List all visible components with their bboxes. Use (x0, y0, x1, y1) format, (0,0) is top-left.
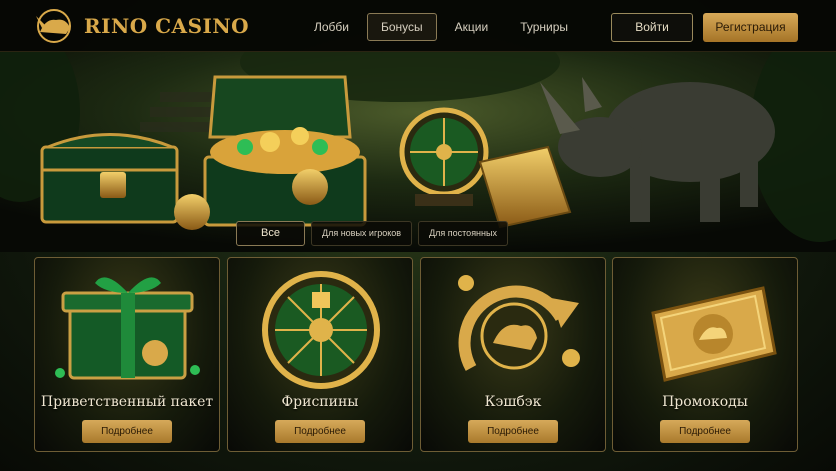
bonus-card-promocodes[interactable]: Промокоды Подробнее (612, 257, 798, 452)
card-details-button[interactable]: Подробнее (82, 420, 172, 443)
card-details-button[interactable]: Подробнее (275, 420, 365, 443)
treasure-chest-icon (40, 133, 179, 224)
register-button[interactable]: Регистрация (703, 13, 798, 42)
brand-logo[interactable]: RINO CASINO (32, 8, 249, 44)
filter-new-players[interactable]: Для новых игроков (310, 221, 413, 246)
brand-name: RINO CASINO (84, 14, 250, 38)
nav-lobby[interactable]: Лобби (300, 13, 363, 41)
card-title: Приветственный пакет (40, 394, 214, 410)
top-header: RINO CASINO Лобби Бонусы Акции Турниры В… (0, 0, 836, 52)
bonus-card-cashback[interactable]: Кэшбэк Подробнее (420, 257, 606, 452)
card-title: Фриспины (281, 394, 359, 410)
card-details-button[interactable]: Подробнее (468, 420, 558, 443)
main-nav: Лобби Бонусы Акции Турниры (300, 13, 586, 41)
bonuses-page: RINO CASINO Лобби Бонусы Акции Турниры В… (0, 0, 836, 471)
card-title: Кэшбэк (484, 394, 542, 410)
nav-tournaments[interactable]: Турниры (506, 13, 582, 41)
nav-promotions[interactable]: Акции (441, 13, 503, 41)
filter-all[interactable]: Все (236, 221, 305, 246)
login-button[interactable]: Войти (611, 13, 693, 42)
filter-regular-players[interactable]: Для постоянных (418, 221, 508, 246)
bonus-card-freespins[interactable]: Фриспины Подробнее (227, 257, 413, 452)
bonus-filter-tabs: Все Для новых игроков Для постоянных (236, 221, 508, 246)
card-title: Промокоды (662, 394, 748, 410)
rhino-logo-icon (36, 9, 71, 43)
nav-bonuses[interactable]: Бонусы (367, 13, 437, 41)
bonus-card-welcome[interactable]: Приветственный пакет Подробнее (34, 257, 220, 452)
card-details-button[interactable]: Подробнее (660, 420, 750, 443)
